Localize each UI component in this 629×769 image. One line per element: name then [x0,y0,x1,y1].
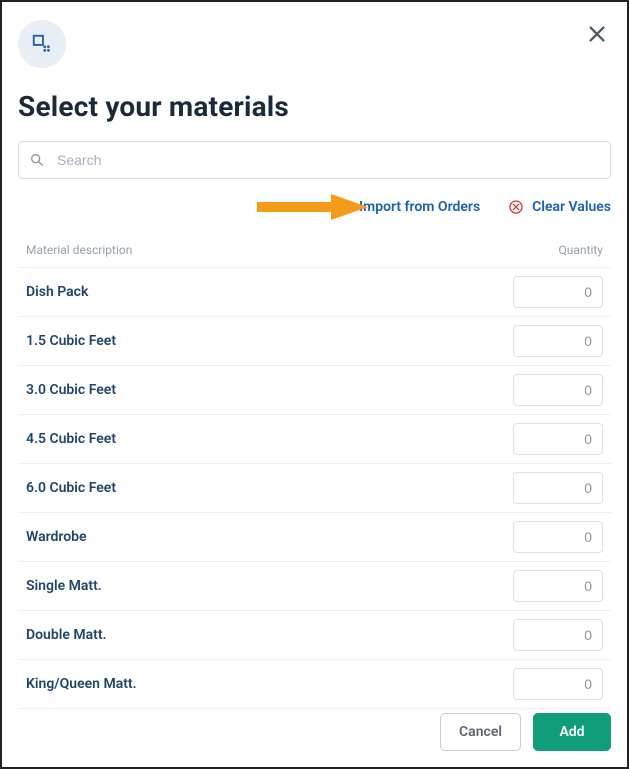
add-label: Add [559,724,584,740]
cancel-button[interactable]: Cancel [440,713,521,751]
material-description: 3.0 Cubic Feet [26,382,116,398]
table-row: Wardrobe [18,513,611,562]
search-icon [29,152,45,168]
table-row: 1.5 Cubic Feet [18,317,611,366]
material-description: Single Matt. [26,578,102,594]
quantity-input[interactable] [513,619,603,651]
col-quantity: Quantity [559,243,603,257]
material-description: Dish Pack [26,284,88,300]
app-glyph-icon [31,33,53,55]
table-row: 3.0 Cubic Feet [18,366,611,415]
quantity-input[interactable] [513,472,603,504]
select-materials-dialog: Select your materials Import from Orders [0,0,629,769]
table-row: King/Queen Matt. [18,660,611,709]
search-box[interactable] [18,141,611,179]
clear-icon [508,199,524,215]
materials-table: Dish Pack 1.5 Cubic Feet 3.0 Cubic Feet … [18,268,611,709]
close-button[interactable] [583,20,611,48]
close-icon [586,23,608,45]
quantity-input[interactable] [513,570,603,602]
cancel-label: Cancel [459,724,502,740]
table-row: 6.0 Cubic Feet [18,464,611,513]
import-from-orders-button[interactable]: Import from Orders [335,199,480,215]
material-description: King/Queen Matt. [26,676,137,692]
material-description: 4.5 Cubic Feet [26,431,116,447]
table-row: Double Matt. [18,611,611,660]
table-row: Dish Pack [18,268,611,317]
quantity-input[interactable] [513,668,603,700]
search-input[interactable] [55,151,600,169]
table-row: Single Matt. [18,562,611,611]
quantity-input[interactable] [513,276,603,308]
quantity-input[interactable] [513,423,603,455]
material-description: Wardrobe [26,529,87,545]
material-description: Double Matt. [26,627,107,643]
import-icon [335,199,351,215]
add-button[interactable]: Add [533,713,611,751]
quantity-input[interactable] [513,521,603,553]
clear-values-button[interactable]: Clear Values [508,199,611,215]
material-description: 1.5 Cubic Feet [26,333,116,349]
col-description: Material description [26,243,132,257]
quantity-input[interactable] [513,325,603,357]
clear-label: Clear Values [532,199,611,215]
quantity-input[interactable] [513,374,603,406]
import-label: Import from Orders [359,199,480,215]
material-description: 6.0 Cubic Feet [26,480,116,496]
table-row: 4.5 Cubic Feet [18,415,611,464]
app-icon [18,20,66,68]
table-header: Material description Quantity [18,227,611,268]
dialog-title: Select your materials [18,90,611,123]
